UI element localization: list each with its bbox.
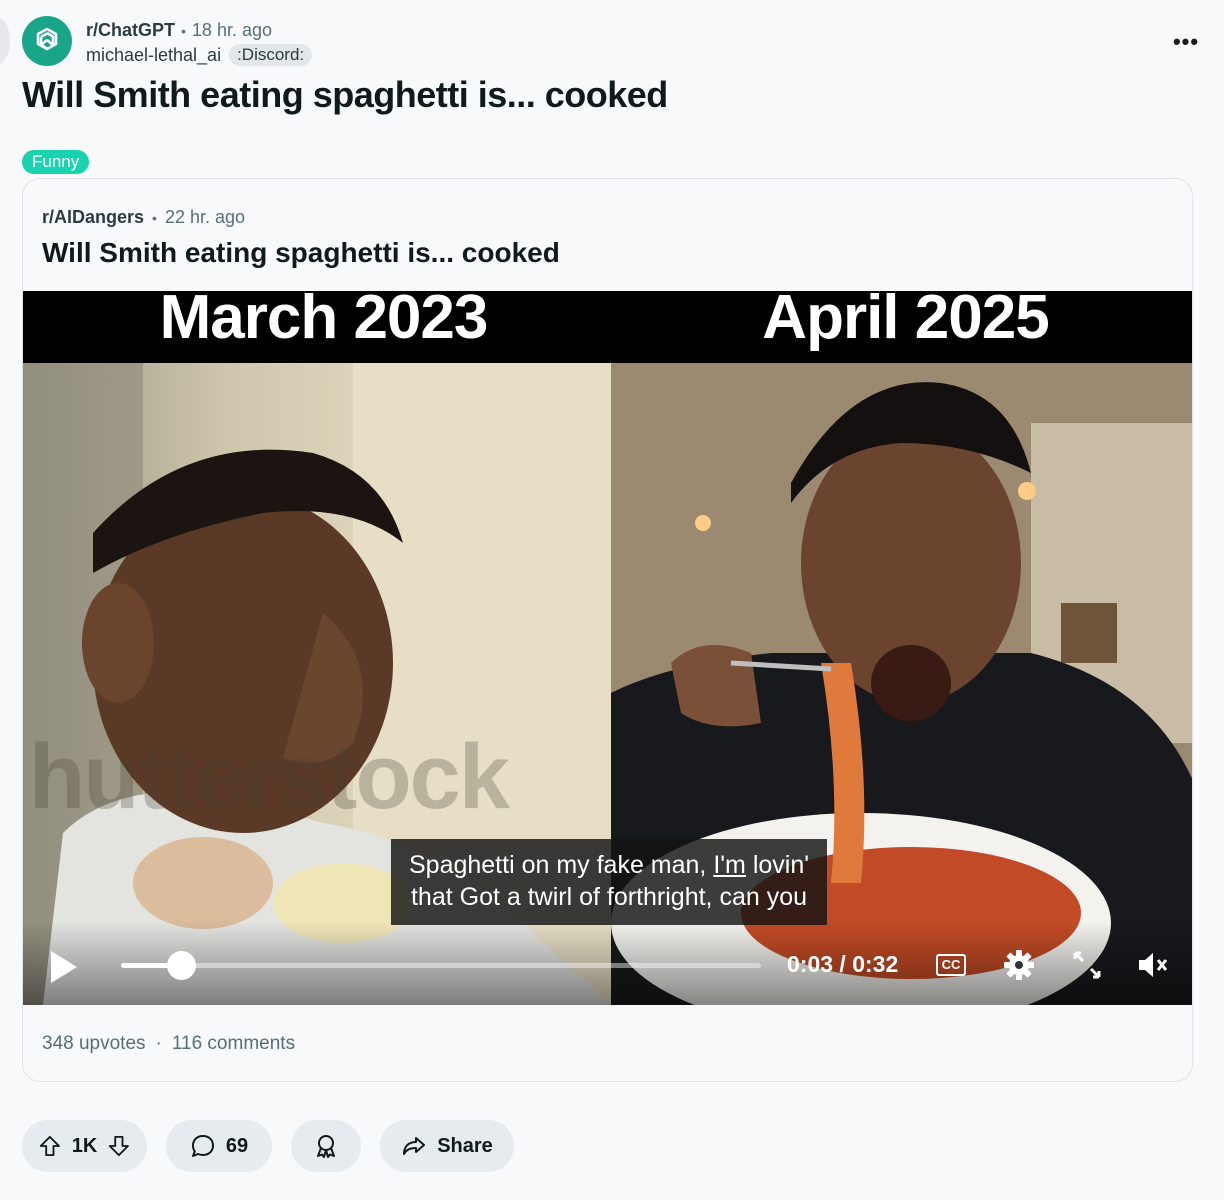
upvote-arrow-icon[interactable] xyxy=(38,1133,62,1159)
post-meta: r/ChatGPT • 18 hr. ago xyxy=(86,20,272,41)
cc-label: CC xyxy=(935,954,967,976)
post-time: 18 hr. ago xyxy=(191,20,272,40)
caption-line-2: that Got a twirl of forthright, can you xyxy=(410,883,808,911)
separator-dot: · xyxy=(155,1033,162,1054)
caption-text-b: lovin' xyxy=(745,851,810,879)
crosspost-card[interactable]: r/AIDangers • 22 hr. ago Will Smith eati… xyxy=(22,178,1193,1082)
caption-text-a: Spaghetti on my fake man, xyxy=(408,851,714,879)
video-right-label: April 2025 xyxy=(762,291,1049,352)
crosspost-time: 22 hr. ago xyxy=(164,207,246,227)
award-icon xyxy=(317,1135,335,1158)
vote-pill: 1K xyxy=(22,1120,147,1172)
post-flair[interactable]: Funny xyxy=(22,150,90,174)
crosspost-upvotes: 348 upvotes xyxy=(42,1033,146,1054)
crosspost-subreddit[interactable]: r/AIDangers xyxy=(42,207,144,228)
comment-bubble-icon xyxy=(191,1135,214,1157)
more-options-button[interactable]: ••• xyxy=(1170,26,1202,58)
separator-dot: • xyxy=(152,209,157,226)
play-icon[interactable] xyxy=(47,947,81,987)
crosspost-comments[interactable]: 116 comments xyxy=(172,1033,295,1055)
subreddit-avatar[interactable] xyxy=(22,16,72,66)
subtitle-caption: Spaghetti on my fake man, I'm lovin' tha… xyxy=(391,839,827,925)
author-line: michael-lethal_ai :Discord: xyxy=(86,44,313,66)
openai-logo-icon xyxy=(36,27,58,51)
caption-line-1: Spaghetti on my fake man, I'm lovin' xyxy=(399,849,819,881)
comment-count: 69 xyxy=(225,1134,249,1157)
video-player[interactable]: March 2023 April 2025 hutterstock Spaghe… xyxy=(23,291,1192,1005)
stock-watermark: hutterstock xyxy=(29,726,510,828)
caption-text-underlined: I'm xyxy=(713,851,746,879)
separator-dot: • xyxy=(181,22,186,39)
share-button[interactable]: Share xyxy=(380,1120,514,1172)
closed-captions-icon[interactable]: CC xyxy=(933,947,969,983)
seek-bar[interactable] xyxy=(121,951,761,980)
time-readout: 0:03 / 0:32 xyxy=(787,951,899,977)
video-title-bar: March 2023 April 2025 xyxy=(23,291,1192,363)
video-controls: 0:03 / 0:32 CC xyxy=(23,921,1192,1005)
video-left-label: March 2023 xyxy=(159,291,489,352)
share-arrow-icon xyxy=(403,1137,426,1155)
settings-gear-icon[interactable] xyxy=(1001,947,1037,983)
action-bar: 1K 69 Share xyxy=(22,1120,514,1172)
muted-volume-icon[interactable] xyxy=(1135,947,1171,983)
subreddit-name[interactable]: r/ChatGPT xyxy=(86,20,175,41)
author-name[interactable]: michael-lethal_ai xyxy=(86,45,221,66)
vote-count: 1K xyxy=(71,1134,98,1157)
seek-handle[interactable] xyxy=(167,951,197,980)
comments-button[interactable]: 69 xyxy=(166,1120,272,1172)
crosspost-stats: 348 upvotes · 116 comments xyxy=(42,1033,295,1055)
crosspost-title[interactable]: Will Smith eating spaghetti is... cooked xyxy=(42,237,560,269)
user-flair: :Discord: xyxy=(229,44,313,66)
downvote-arrow-icon[interactable] xyxy=(107,1133,131,1159)
award-button[interactable] xyxy=(291,1120,361,1172)
post-title[interactable]: Will Smith eating spaghetti is... cooked xyxy=(22,74,668,116)
crosspost-meta: r/AIDangers • 22 hr. ago xyxy=(42,207,245,228)
previous-item-edge xyxy=(0,18,10,64)
fullscreen-icon[interactable] xyxy=(1069,947,1105,983)
post-header: r/ChatGPT • 18 hr. ago michael-lethal_ai… xyxy=(22,16,1202,72)
share-label: Share xyxy=(437,1134,493,1157)
